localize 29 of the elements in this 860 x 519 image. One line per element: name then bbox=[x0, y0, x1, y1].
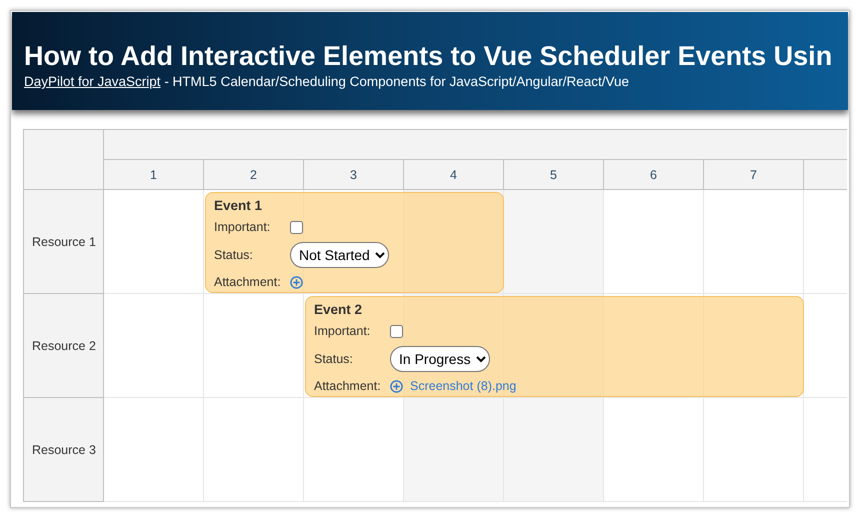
column-header: 2 bbox=[204, 160, 304, 190]
column-header: 4 bbox=[404, 160, 504, 190]
add-icon[interactable] bbox=[390, 380, 403, 392]
column-header: 6 bbox=[604, 160, 704, 190]
field-label: Important: bbox=[214, 220, 272, 234]
column-header: 7 bbox=[704, 160, 804, 190]
field-label: Status: bbox=[214, 248, 254, 262]
event-title: Event 2 bbox=[314, 301, 364, 319]
status-select[interactable]: Not Started bbox=[290, 242, 389, 268]
important-checkbox[interactable] bbox=[390, 324, 403, 338]
status-select[interactable]: In Progress bbox=[390, 346, 490, 372]
resource-label: Resource 2 bbox=[24, 294, 104, 398]
column-header: 1 bbox=[104, 160, 204, 190]
resource-label: Resource 3 bbox=[24, 398, 104, 502]
column-header: 3 bbox=[304, 160, 404, 190]
field-label: Attachment: bbox=[314, 379, 382, 393]
daypilot-link[interactable]: DayPilot for JavaScript bbox=[24, 74, 161, 89]
important-checkbox[interactable] bbox=[290, 220, 303, 234]
resource-label: Resource 1 bbox=[24, 190, 104, 294]
event-title: Event 1 bbox=[214, 197, 264, 215]
field-label: Important: bbox=[314, 324, 372, 338]
event-card[interactable]: Event 2 Important: Status: In Progress Attachment: Screenshot (8).png bbox=[305, 296, 804, 397]
field-label: Status: bbox=[314, 352, 354, 366]
add-icon[interactable] bbox=[290, 276, 303, 288]
page-title: How to Add Interactive Elements to Vue Scheduler Events Usin bbox=[24, 40, 834, 72]
event-card[interactable]: Event 1 Important: Status: Not Started Attachment: bbox=[205, 192, 504, 293]
field-label: Attachment: bbox=[214, 275, 282, 289]
column-header: 5 bbox=[504, 160, 604, 190]
subtitle: - HTML5 Calendar/Scheduling Components for JavaScript/Angular/React/Vue bbox=[163, 74, 630, 89]
